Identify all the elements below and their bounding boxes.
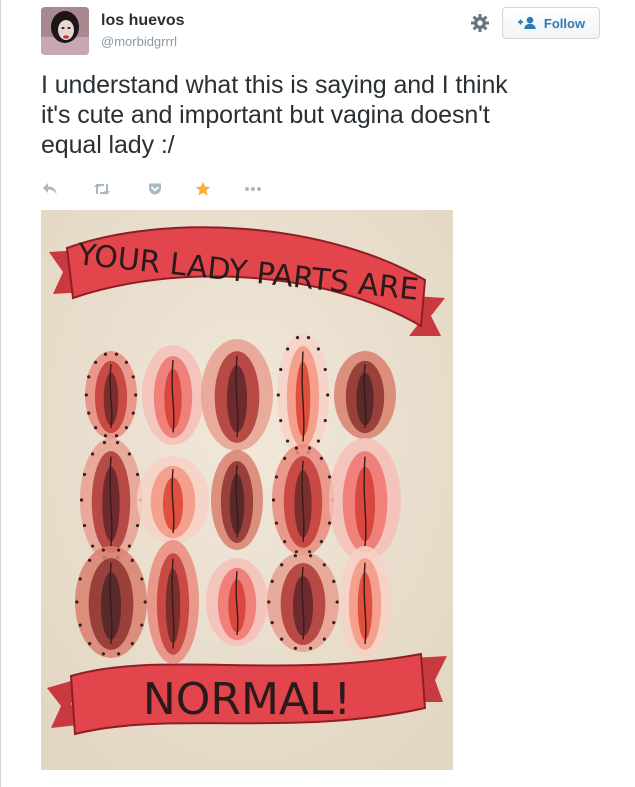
follow-button[interactable]: Follow xyxy=(502,7,600,39)
more-icon[interactable] xyxy=(243,179,263,199)
illustration-figure xyxy=(206,558,268,646)
follow-button-label: Follow xyxy=(543,15,586,31)
gear-icon[interactable] xyxy=(469,12,491,34)
retweet-icon[interactable] xyxy=(92,179,112,199)
tweet-text: I understand what this is saying and I t… xyxy=(41,70,601,160)
favorite-star-icon[interactable] xyxy=(193,179,213,199)
illustration-figure xyxy=(211,450,263,550)
illustration-figure xyxy=(201,339,273,451)
illustration-figure xyxy=(267,552,339,652)
tweet-text-line: it's cute and important but vagina doesn… xyxy=(41,101,490,129)
left-border xyxy=(0,0,1,787)
pocket-icon[interactable] xyxy=(145,179,165,199)
add-user-icon xyxy=(517,16,537,30)
illustration-figure xyxy=(142,345,204,445)
illustration-figure xyxy=(84,351,138,439)
illustration-figure xyxy=(79,438,143,562)
avatar[interactable] xyxy=(41,7,89,55)
illustration-grid xyxy=(75,333,401,664)
illustration-figure xyxy=(271,444,335,556)
bottom-banner-text: NORMAL! xyxy=(143,674,351,725)
illustration-figure xyxy=(339,546,391,658)
illustration-figure xyxy=(329,438,401,562)
tweet-media-image[interactable]: YOUR LADY PARTS ARE NORMAL! xyxy=(41,210,453,770)
user-handle[interactable]: @morbidgrrrl xyxy=(101,34,177,49)
illustration-figure xyxy=(137,456,209,544)
illustration-figure xyxy=(147,540,199,664)
user-name[interactable]: los huevos xyxy=(101,12,185,30)
illustration-figure xyxy=(276,333,330,457)
reply-icon[interactable] xyxy=(40,179,60,199)
tweet-text-line: equal lady :/ xyxy=(41,131,175,159)
tweet-text-line: I understand what this is saying and I t… xyxy=(41,71,508,99)
illustration-figure xyxy=(334,351,396,439)
illustration-figure xyxy=(75,546,147,658)
